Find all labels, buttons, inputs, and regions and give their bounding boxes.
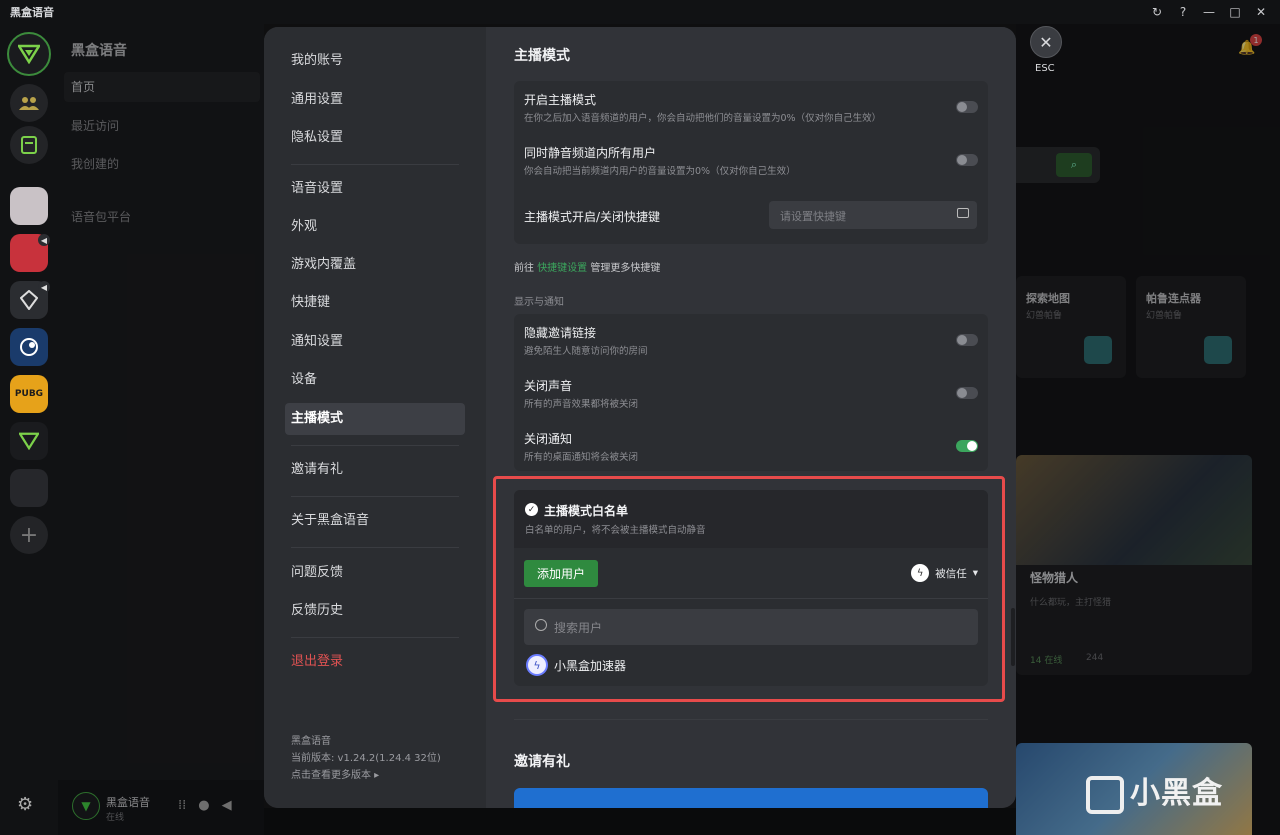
- mute-all-toggle[interactable]: [956, 154, 978, 166]
- disable-notifications-toggle[interactable]: [956, 440, 978, 452]
- nav-item-privacy[interactable]: 隐私设置: [285, 122, 465, 154]
- section-divider: [514, 719, 988, 720]
- page-title: 主播模式: [514, 48, 570, 64]
- setting-title: 关闭通知: [524, 432, 573, 446]
- nav-item-feedback-history[interactable]: 反馈历史: [285, 595, 465, 627]
- nav-item-feedback[interactable]: 问题反馈: [285, 557, 465, 589]
- nav-item-general[interactable]: 通用设置: [285, 84, 465, 116]
- server-folder-icon[interactable]: [10, 469, 48, 507]
- hint-suffix: 管理更多快捷键: [590, 263, 661, 274]
- close-icon[interactable]: ✕: [1030, 26, 1062, 58]
- title-bar: 黑盒语音 ↻ ? — □ ✕: [0, 0, 1280, 24]
- hotkey-input[interactable]: 请设置快捷键: [769, 201, 977, 229]
- esc-label: ESC: [1035, 63, 1055, 74]
- window-controls: ↻ ? — □ ✕: [1146, 2, 1272, 22]
- server-avatar-anime[interactable]: [10, 187, 48, 225]
- speaker-icon: ◀: [38, 281, 50, 293]
- watermark-text: 小黑盒: [1130, 776, 1223, 811]
- nav-divider: [291, 496, 459, 497]
- maximize-icon[interactable]: □: [1224, 2, 1246, 22]
- setting-description: 在你之后加入语音频道的用户，你会自动把他们的音量设置为0%（仅对你自己生效）: [524, 113, 882, 124]
- settings-gear-icon[interactable]: ⚙: [17, 794, 33, 815]
- server-rail: ◀ ◀ PUBG + ⚙: [0, 24, 58, 835]
- keyboard-icon: [957, 208, 969, 218]
- setting-title: 隐藏邀请链接: [524, 326, 597, 340]
- setting-title: 同时静音频道内所有用户: [524, 146, 657, 160]
- setting-description: 避免陌生人随意访问你的房间: [524, 346, 648, 357]
- display-settings-panel: 隐藏邀请链接 避免陌生人随意访问你的房间 关闭声音 所有的声音效果都将被关闭 关…: [514, 314, 988, 471]
- version-app-name: 黑盒语音: [291, 736, 331, 747]
- invite-section-title: 邀请有礼: [514, 754, 570, 770]
- minimize-icon[interactable]: —: [1198, 2, 1220, 22]
- nav-item-hotkeys[interactable]: 快捷键: [285, 287, 465, 319]
- streamer-settings-panel: 开启主播模式 在你之后加入语音频道的用户，你会自动把他们的音量设置为0%（仅对你…: [514, 81, 988, 244]
- friends-icon[interactable]: [10, 84, 48, 122]
- speaker-icon: ◀: [38, 234, 50, 246]
- nav-item-devices[interactable]: 设备: [285, 364, 465, 396]
- watermark: 小黑盒: [1086, 768, 1223, 814]
- disable-sound-toggle[interactable]: [956, 387, 978, 399]
- settings-nav: 我的账号 通用设置 隐私设置 语音设置 外观 游戏内覆盖 快捷键 通知设置 设备…: [264, 27, 486, 808]
- close-window-icon[interactable]: ✕: [1250, 2, 1272, 22]
- nav-divider: [291, 547, 459, 548]
- highlight-box: [493, 476, 1005, 702]
- setting-title: 主播模式开启/关闭快捷键: [524, 210, 661, 224]
- setting-title: 关闭声音: [524, 379, 573, 393]
- store-icon[interactable]: [10, 126, 48, 164]
- nav-divider: [291, 164, 459, 165]
- nav-item-streamer-mode[interactable]: 主播模式: [285, 403, 465, 435]
- hotkey-settings-hint: 前往 快捷键设置 管理更多快捷键: [514, 259, 660, 274]
- hint-prefix: 前往: [514, 263, 534, 274]
- refresh-icon[interactable]: ↻: [1146, 2, 1168, 22]
- nav-item-appearance[interactable]: 外观: [285, 211, 465, 243]
- nav-item-invite[interactable]: 邀请有礼: [285, 454, 465, 486]
- hotkey-placeholder: 请设置快捷键: [780, 210, 846, 223]
- nav-item-account[interactable]: 我的账号: [285, 45, 465, 77]
- streamer-mode-toggle[interactable]: [956, 101, 978, 113]
- hotkey-settings-link[interactable]: 快捷键设置: [537, 263, 587, 274]
- nav-item-voice[interactable]: 语音设置: [285, 173, 465, 205]
- heybox-logo-icon[interactable]: [7, 32, 51, 76]
- nav-item-about[interactable]: 关于黑盒语音: [285, 505, 465, 537]
- invite-banner[interactable]: [514, 788, 988, 808]
- setting-description: 所有的声音效果都将被关闭: [524, 399, 639, 410]
- section-heading: 显示与通知: [514, 297, 564, 308]
- nav-divider: [291, 445, 459, 446]
- setting-description: 所有的桌面通知将会被关闭: [524, 452, 639, 463]
- watermark-logo-icon: [1086, 775, 1124, 814]
- version-text: 当前版本: v1.24.2(1.24.4 32位): [291, 753, 441, 764]
- scrollbar[interactable]: [1011, 608, 1015, 666]
- add-server-icon[interactable]: +: [10, 516, 48, 554]
- logout-button[interactable]: 退出登录: [285, 646, 465, 678]
- setting-description: 你会自动把当前频道内用户的音量设置为0%（仅对你自己生效）: [524, 166, 796, 177]
- setting-title: 开启主播模式: [524, 93, 597, 107]
- hide-invite-toggle[interactable]: [956, 334, 978, 346]
- nav-item-notifications[interactable]: 通知设置: [285, 326, 465, 358]
- nav-item-overlay[interactable]: 游戏内覆盖: [285, 249, 465, 281]
- nav-divider: [291, 637, 459, 638]
- help-icon[interactable]: ?: [1172, 2, 1194, 22]
- steam-icon[interactable]: [10, 328, 48, 366]
- version-history-link[interactable]: 点击查看更多版本 ▸: [291, 766, 379, 781]
- app-title: 黑盒语音: [10, 6, 54, 19]
- pubg-icon[interactable]: PUBG: [10, 375, 48, 413]
- heybox-server-icon[interactable]: [10, 422, 48, 460]
